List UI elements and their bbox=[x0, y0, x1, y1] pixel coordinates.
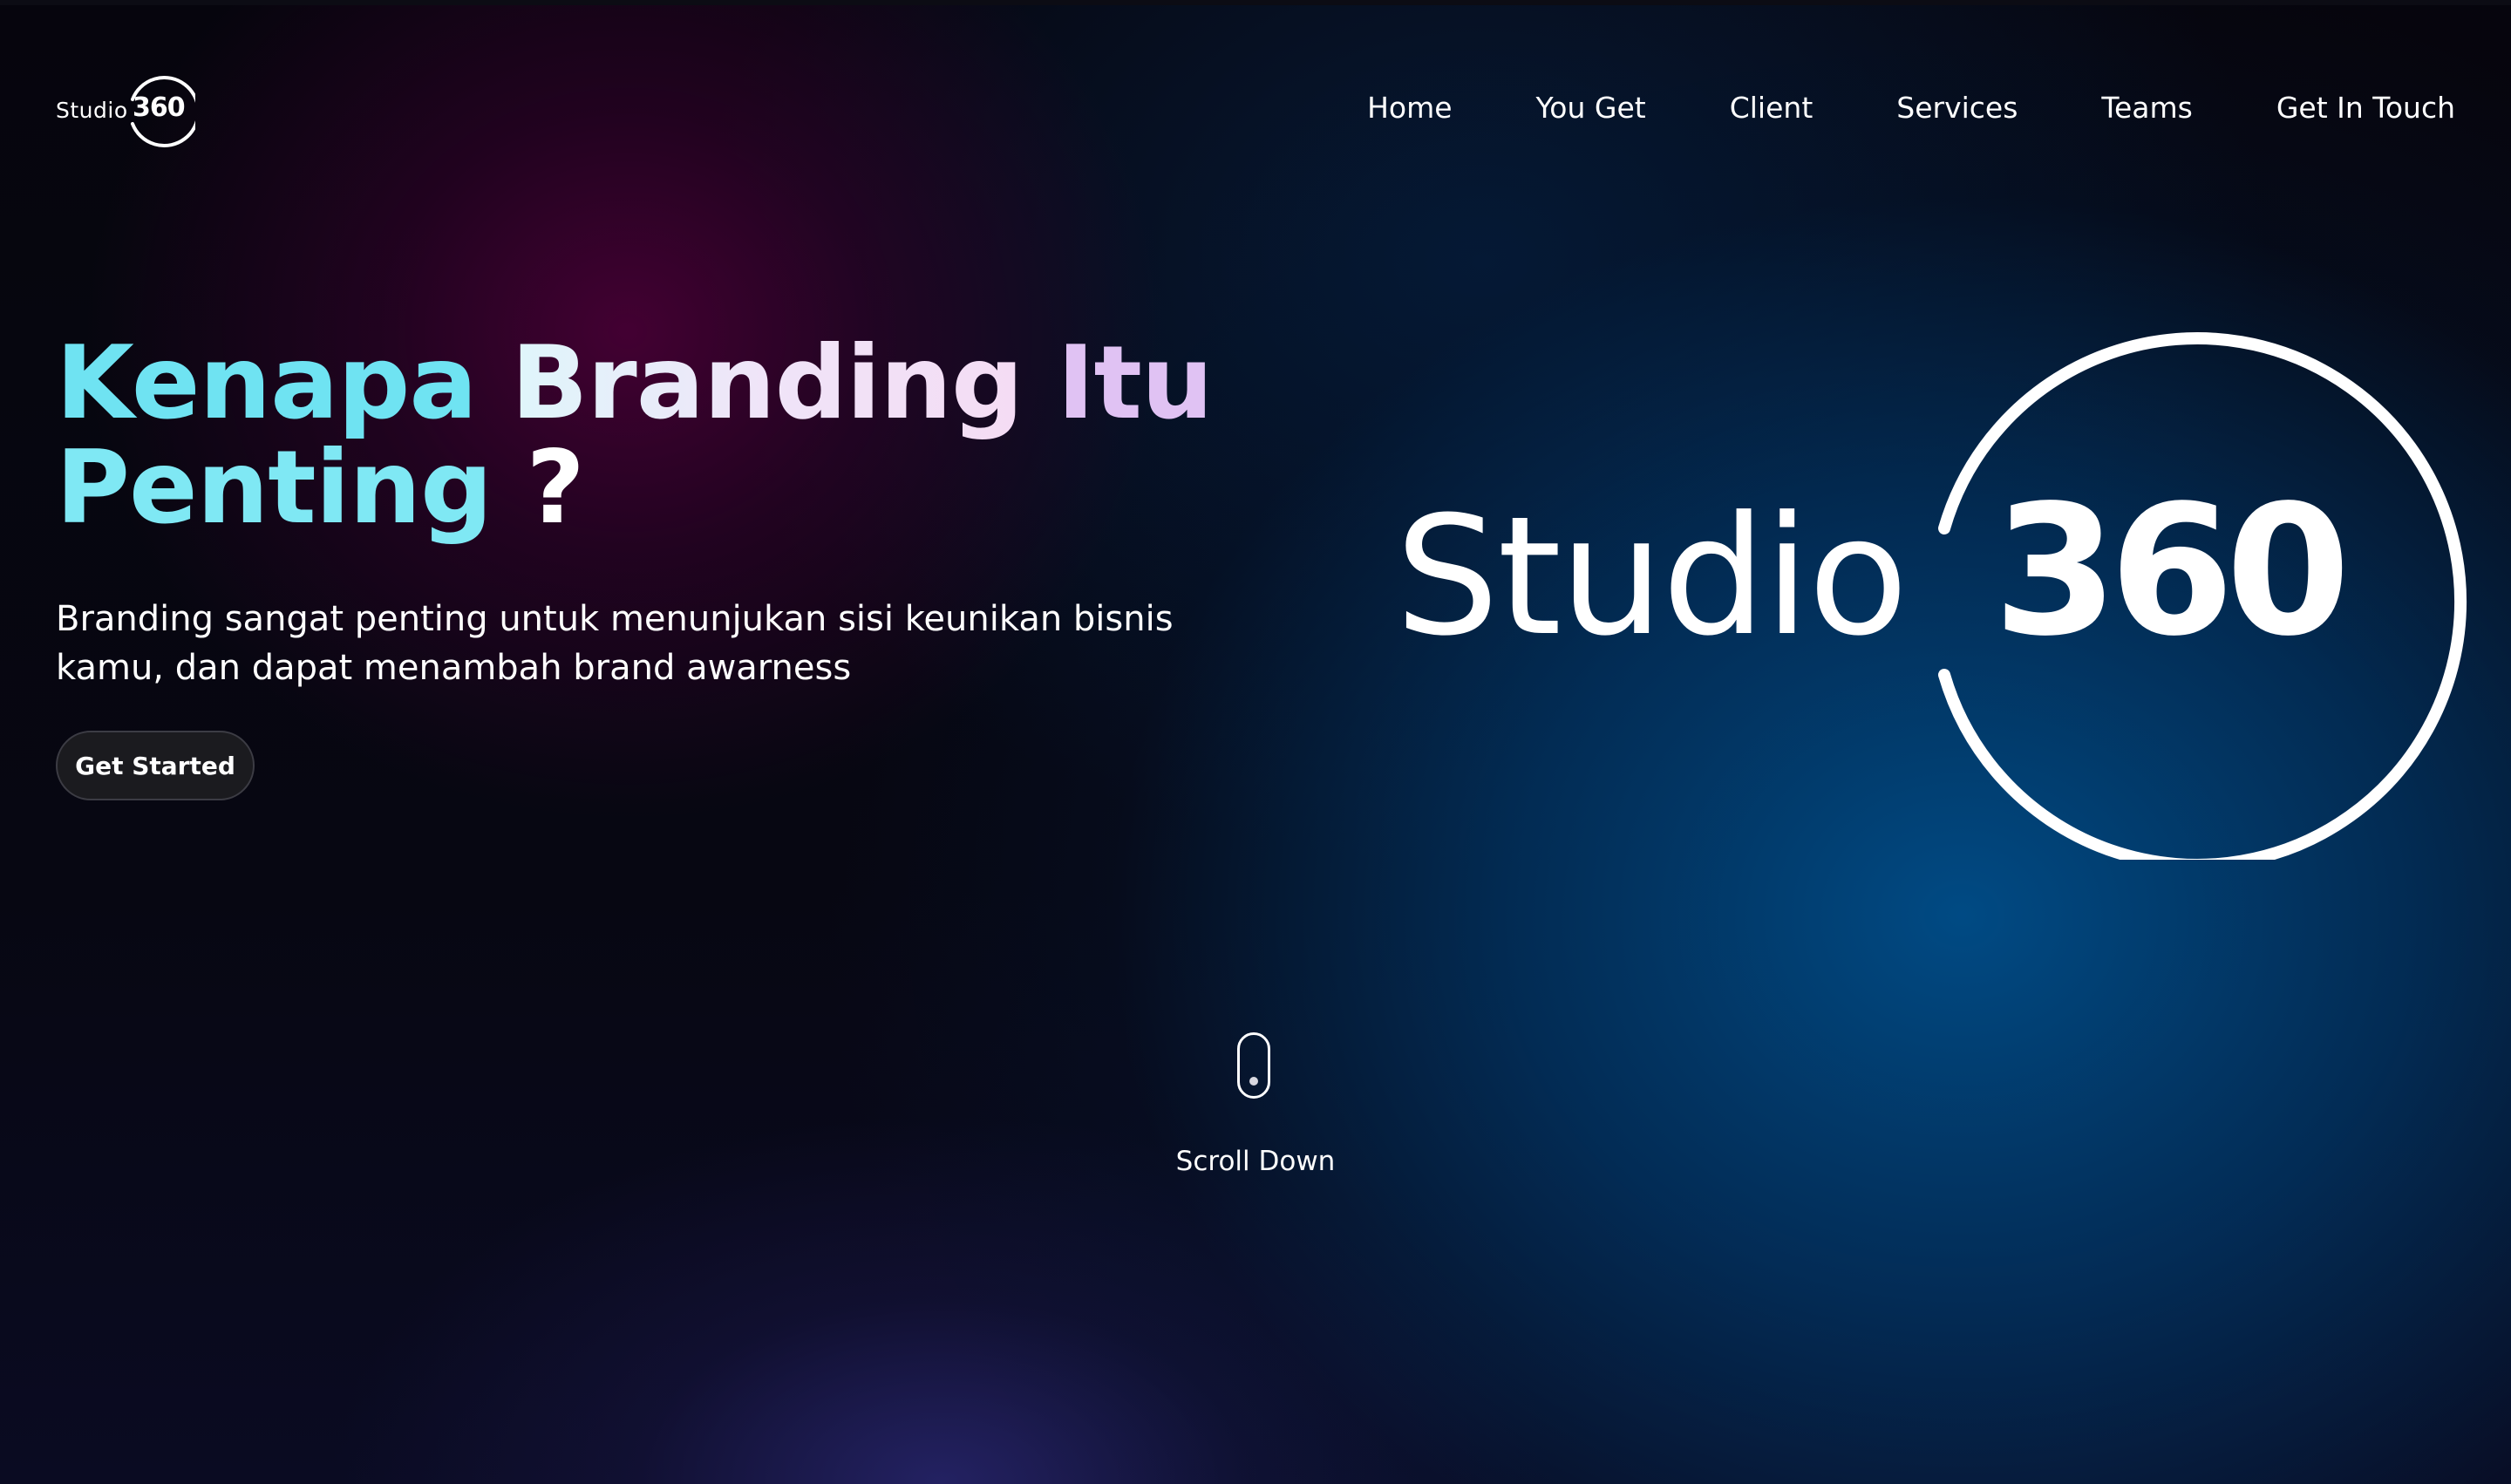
brand-logo-word: Studio bbox=[1395, 481, 1909, 672]
nav-home[interactable]: Home bbox=[1367, 91, 1452, 125]
nav-services[interactable]: Services bbox=[1896, 91, 2018, 125]
main-nav: Home You Get Client Services Teams Get I… bbox=[1283, 91, 2455, 125]
logo-number: 360 bbox=[133, 92, 186, 123]
headline-word-branding: Branding bbox=[511, 324, 1024, 442]
mouse-icon bbox=[1237, 1032, 1270, 1099]
headline-word-penting: Penting bbox=[56, 429, 493, 547]
hero-headline: Kenapa Branding Itu Penting ? bbox=[56, 331, 1276, 541]
headline-question-mark: ? bbox=[526, 429, 585, 547]
mouse-wheel-dot bbox=[1249, 1077, 1258, 1086]
nav-you-get[interactable]: You Get bbox=[1536, 91, 1646, 125]
get-started-button[interactable]: Get Started bbox=[56, 731, 255, 800]
nav-get-in-touch[interactable]: Get In Touch bbox=[2276, 91, 2455, 125]
nav-client[interactable]: Client bbox=[1730, 91, 1814, 125]
logo-word: Studio bbox=[56, 98, 128, 123]
hero-subtitle: Branding sangat penting untuk menunjukan… bbox=[56, 599, 1174, 688]
hero-brand-logo: Studio 360 bbox=[1386, 310, 2467, 860]
scroll-down-label: Scroll Down bbox=[1175, 1146, 1336, 1177]
site-logo[interactable]: Studio 360 bbox=[56, 75, 195, 147]
headline-word-itu: Itu bbox=[1057, 324, 1213, 442]
headline-word-kenapa: Kenapa bbox=[56, 324, 478, 442]
nav-teams[interactable]: Teams bbox=[2101, 91, 2192, 125]
top-border bbox=[0, 0, 2511, 5]
scroll-down-indicator[interactable]: Scroll Down bbox=[1168, 1031, 1343, 1188]
brand-logo-number: 360 bbox=[1993, 466, 2351, 676]
